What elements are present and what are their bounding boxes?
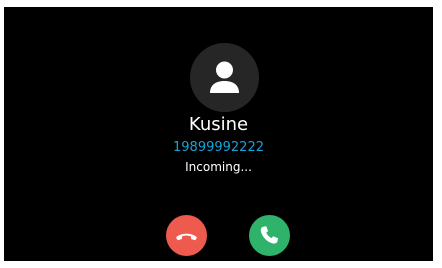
avatar	[190, 43, 259, 112]
phone-icon	[249, 215, 290, 256]
caller-name: Kusine	[188, 114, 249, 135]
call-status: Incoming...	[185, 160, 252, 174]
decline-call-button[interactable]	[166, 215, 207, 256]
caller-number: 19899992222	[173, 140, 264, 155]
incoming-call-screen: Kusine 19899992222 Incoming...	[4, 7, 433, 261]
accept-call-button[interactable]	[249, 215, 290, 256]
person-icon	[210, 61, 239, 93]
phone-hangup-icon	[166, 215, 207, 256]
